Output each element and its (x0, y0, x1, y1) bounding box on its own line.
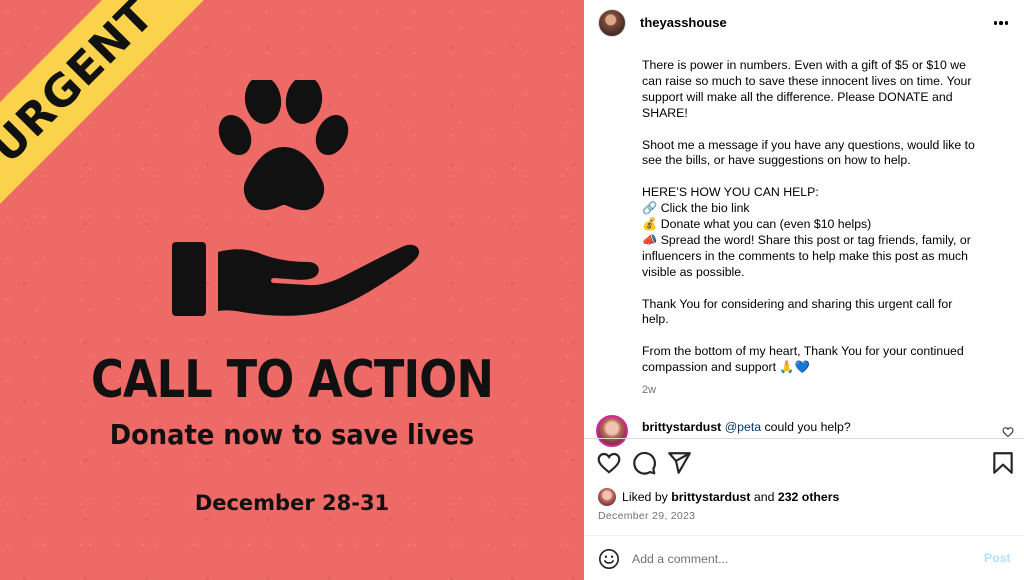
likes-summary: Liked by brittystardust and 232 others (598, 488, 839, 506)
commenter-username[interactable]: brittystardust (642, 420, 721, 434)
paw-toe (218, 114, 252, 156)
add-comment-bar: Post (584, 540, 1024, 578)
caption-line: 📣 Spread the word! Share this post or ta… (642, 232, 971, 247)
post-sidebar: theyasshouse There is power in numbers. … (584, 0, 1024, 580)
paw-pad (243, 147, 325, 211)
comment-body: could you help? (761, 420, 851, 434)
cta-subtitle: Donate now to save lives (109, 418, 475, 451)
paw-toe (244, 80, 282, 124)
caption-line: Shoot me a message if you have any quest… (642, 137, 975, 152)
cta-date: December 28-31 (194, 491, 390, 515)
comment-mention[interactable]: @peta (725, 420, 761, 434)
caption-line: There is power in numbers. Even with a g… (642, 58, 966, 72)
caption-blank-line (642, 281, 992, 297)
share-icon[interactable] (666, 450, 692, 476)
liker-avatar[interactable] (598, 488, 616, 506)
post-header: theyasshouse (584, 0, 1024, 46)
comment-text: brittystardust @peta could you help? (642, 420, 851, 434)
caption-line: compassion and support 🙏💙 (642, 360, 811, 375)
more-options-icon[interactable] (988, 12, 1014, 34)
post-media-image[interactable]: URGENT CALL TO ACTION Donate now to save… (0, 0, 584, 580)
comment-icon[interactable] (631, 450, 657, 476)
caption-line: Thank You for considering and sharing th… (642, 296, 953, 311)
caption-line: visible as possible. (642, 264, 745, 279)
post-actions (584, 446, 1024, 480)
liker-username[interactable]: brittystardust (671, 490, 750, 504)
likes-middle: and (753, 490, 775, 504)
paw-on-hand-icon (172, 80, 420, 316)
caption-line: 🔗 Click the bio link (642, 201, 750, 216)
comment-heart-icon[interactable] (1002, 426, 1014, 438)
divider (584, 535, 1024, 536)
caption-line: see the bills, or have suggestions on ho… (642, 153, 911, 168)
caption-line: support will make all the difference. Pl… (642, 89, 953, 104)
caption-line: 💰 Donate what you can (even $10 helps) (642, 217, 872, 232)
hand-palm (218, 244, 420, 316)
author-avatar[interactable] (598, 9, 626, 37)
comment-row: brittystardust @peta could you help? (584, 415, 1024, 447)
paw-toe (315, 114, 349, 156)
author-username[interactable]: theyasshouse (640, 15, 727, 30)
hand-cuff (172, 242, 206, 316)
likes-prefix: Liked by (622, 490, 668, 504)
divider (584, 438, 1024, 439)
caption-blank-line (642, 328, 992, 344)
commenter-avatar[interactable] (596, 415, 628, 447)
likes-others-link[interactable]: 232 others (778, 490, 840, 504)
caption-line: influencers in the comments to help make… (642, 248, 969, 263)
caption-blank-line (642, 169, 992, 185)
caption-line: help. (642, 312, 669, 327)
paw-toe (285, 80, 323, 124)
caption-blank-line (642, 122, 992, 138)
caption-line: can raise so much to save these innocent… (642, 73, 972, 88)
caption-line: HERE’S HOW YOU CAN HELP: (642, 185, 819, 200)
emoji-icon[interactable] (598, 548, 620, 570)
heart-icon[interactable] (596, 450, 622, 476)
caption-line: From the bottom of my heart, Thank You f… (642, 344, 964, 359)
post-caption: There is power in numbers. Even with a g… (642, 58, 992, 376)
bookmark-icon[interactable] (990, 450, 1016, 476)
post-comment-button[interactable]: Post (984, 551, 1011, 565)
post-date[interactable]: December 29, 2023 (598, 510, 695, 522)
add-comment-input[interactable] (632, 548, 962, 570)
cta-title: CALL TO ACTION (90, 350, 494, 410)
caption-line: SHARE! (642, 105, 688, 120)
caption-time-ago[interactable]: 2w (642, 384, 656, 396)
